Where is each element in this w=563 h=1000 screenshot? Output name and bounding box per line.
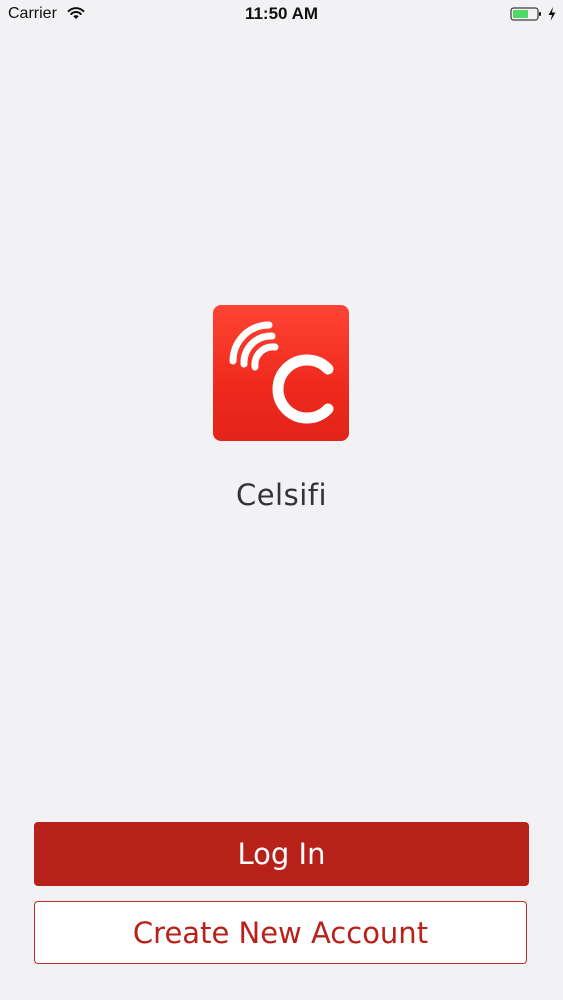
celsifi-logo-icon — [213, 305, 349, 441]
app-name: Celsifi — [235, 478, 328, 512]
battery-icon — [510, 6, 542, 22]
status-bar: Carrier 11:50 AM — [0, 0, 563, 30]
login-button[interactable]: Log In — [34, 822, 529, 886]
clock: 11:50 AM — [244, 4, 319, 23]
create-account-button[interactable]: Create New Account — [34, 901, 527, 964]
charging-bolt-icon — [547, 6, 557, 22]
